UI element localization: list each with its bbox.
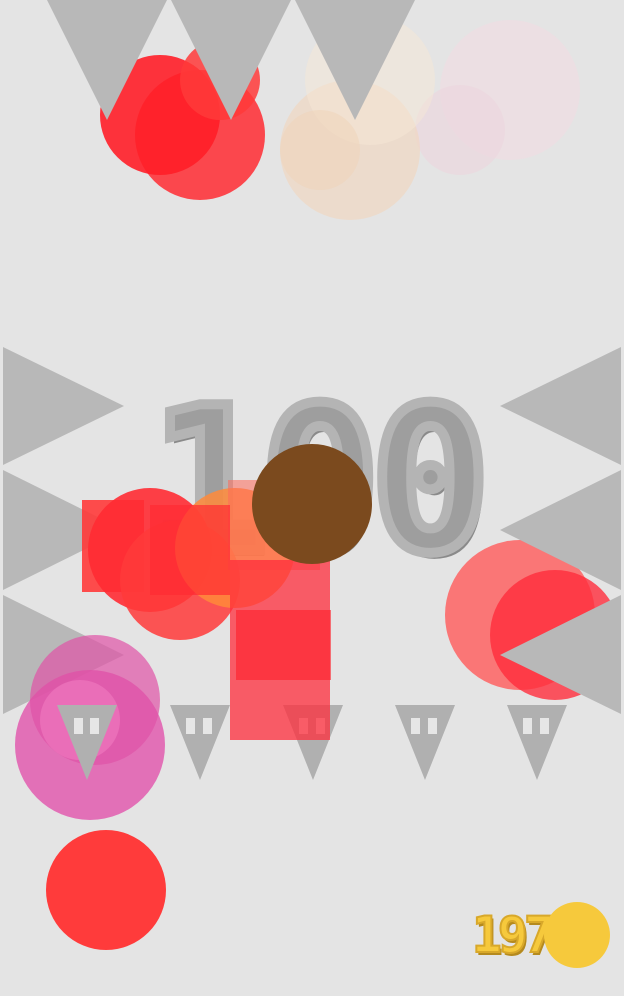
center-burst-particles <box>82 444 372 740</box>
player-ball <box>46 830 166 950</box>
game-stage[interactable]: 100 197 <box>0 0 624 996</box>
coin-icon <box>544 902 610 968</box>
coin-counter: 197 <box>471 905 555 965</box>
effects-layer <box>46 444 372 950</box>
